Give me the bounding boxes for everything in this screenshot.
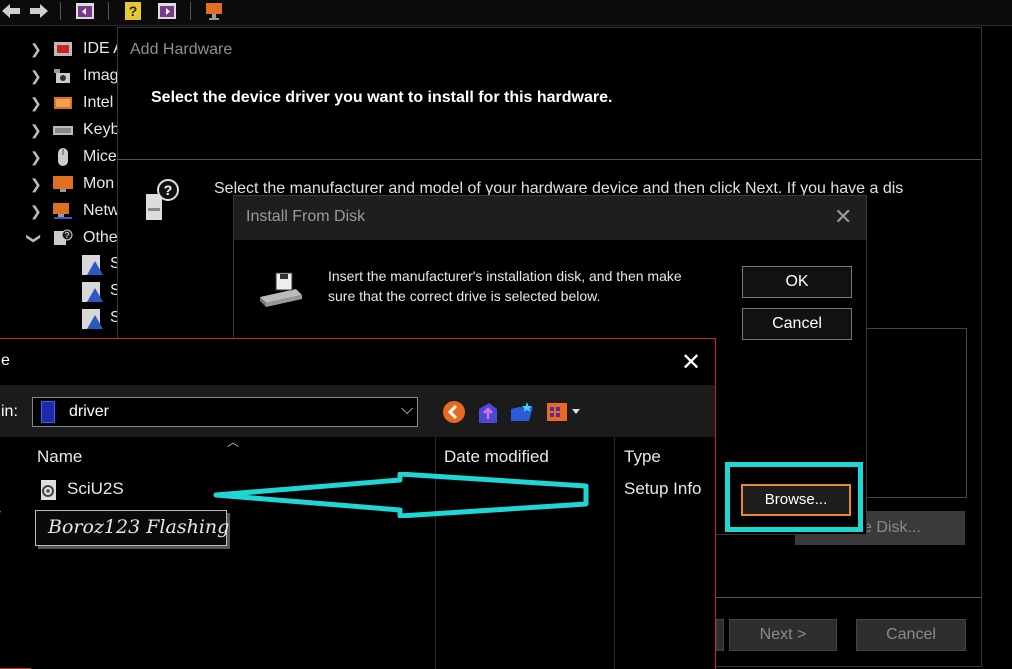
watermark-label: Boroz123 Flashing: [35, 510, 229, 546]
column-header-name[interactable]: Name: [37, 447, 82, 467]
file-type: Setup Info: [624, 479, 702, 498]
chevron-right-icon[interactable]: ❯: [30, 203, 42, 220]
wizard-title: Add Hardware: [130, 41, 233, 58]
column-header-type[interactable]: Type: [624, 447, 661, 467]
close-icon[interactable]: ✕: [834, 204, 852, 230]
tree-item-imaging[interactable]: ❯ Imag: [0, 63, 130, 89]
svg-text:?: ?: [164, 182, 173, 198]
look-in-dropdown[interactable]: driver ⌵: [32, 397, 418, 427]
tree-item-label: Othe: [83, 229, 118, 246]
setup-information-file-icon: [41, 480, 56, 500]
wizard-cancel-button[interactable]: Cancel: [856, 619, 966, 651]
back-arrow-icon[interactable]: [0, 1, 22, 21]
chevron-right-icon[interactable]: ❯: [30, 149, 42, 166]
help-icon[interactable]: ?: [122, 1, 144, 21]
file-name[interactable]: SciU2S: [67, 479, 124, 499]
chevron-right-icon[interactable]: ❯: [30, 68, 42, 85]
look-in-value: driver: [69, 403, 110, 420]
tree-item-label: Keyb: [83, 121, 120, 138]
imaging-device-icon: [54, 69, 70, 83]
tree-item-label: Imag: [83, 67, 119, 84]
annotation-arrow: [213, 472, 589, 518]
chevron-right-icon[interactable]: ❯: [30, 41, 42, 58]
column-divider: [614, 437, 615, 669]
mouse-icon: [58, 148, 68, 166]
ok-button[interactable]: OK: [742, 266, 852, 298]
intel-device-icon: [54, 97, 72, 109]
back-button[interactable]: [716, 619, 724, 651]
tree-item-keyboard[interactable]: ❯ Keyb: [0, 117, 130, 143]
tree-item-other[interactable]: ❯ ? Othe: [0, 225, 130, 251]
disk-drive-icon: [260, 272, 302, 307]
divider: [118, 159, 981, 160]
browse-button[interactable]: Browse...: [741, 484, 851, 516]
toolbar-separator: [60, 2, 61, 20]
chevron-right-icon[interactable]: ❯: [30, 95, 42, 112]
sort-ascending-icon: ︿: [227, 435, 240, 449]
tree-item-label: Mon: [83, 175, 115, 192]
wizard-heading: Select the device driver you want to ins…: [151, 89, 613, 106]
svg-text:?: ?: [129, 3, 138, 19]
dialog-titlebar: e ✕: [0, 339, 715, 385]
toolbar-separator: [108, 2, 109, 20]
keyboard-icon: [53, 126, 73, 135]
monitor-icon: [53, 176, 73, 192]
mmc-toolbar: ?: [0, 0, 1012, 26]
dialog-titlebar: Install From Disk ✕: [234, 196, 866, 240]
unknown-device-warning-icon[interactable]: [82, 255, 104, 277]
new-folder-icon[interactable]: [509, 399, 535, 425]
close-icon[interactable]: ✕: [681, 348, 701, 377]
nav-pane-fragment: s: [0, 501, 1, 519]
hardware-device-icon: ?: [146, 179, 179, 220]
forward-arrow-icon[interactable]: [28, 1, 50, 21]
svg-text:?: ?: [65, 231, 70, 240]
dialog-title: e: [1, 352, 10, 369]
unknown-device-warning-icon[interactable]: [82, 282, 104, 304]
chevron-right-icon[interactable]: ❯: [30, 176, 42, 193]
toolbar-separator: [190, 2, 191, 20]
tree-item-label: Intel: [83, 94, 114, 111]
next-button[interactable]: Next >: [729, 619, 837, 651]
cancel-button[interactable]: Cancel: [742, 308, 852, 340]
dialog-title: Install From Disk: [246, 208, 366, 225]
tree-item-label: Mice: [83, 148, 117, 165]
ide-controller-icon: [54, 42, 72, 56]
up-folder-icon[interactable]: [475, 399, 501, 425]
tree-item-intel[interactable]: ❯ Intel: [0, 90, 130, 116]
tree-item-ide[interactable]: ❯ IDE A: [0, 36, 130, 62]
tree-item-network[interactable]: ❯ Netw: [0, 198, 130, 224]
tree-item-mice[interactable]: ❯ Mice: [0, 144, 130, 170]
show-hide-console-tree-icon[interactable]: [74, 1, 96, 21]
device-tree: ❯ IDE A ❯ Imag ❯ Intel ❯ Keyb ❯ Mice ❯ M…: [0, 30, 130, 350]
insert-disk-message: Insert the manufacturer's installation d…: [328, 268, 682, 304]
chevron-down-icon[interactable]: ⌵: [401, 401, 413, 419]
look-in-label: in:: [1, 403, 18, 420]
tree-item-monitors[interactable]: ❯ Mon: [0, 171, 130, 197]
folder-icon: [41, 401, 55, 423]
column-header-date-modified[interactable]: Date modified: [444, 447, 549, 467]
action-pane-icon[interactable]: [156, 1, 178, 21]
chevron-down-icon[interactable]: ❯: [25, 233, 42, 245]
network-adapter-icon: [53, 203, 72, 219]
scan-hardware-icon[interactable]: [204, 1, 226, 21]
look-in-bar: in: driver ⌵: [0, 385, 715, 437]
back-icon[interactable]: [441, 399, 467, 425]
chevron-right-icon[interactable]: ❯: [30, 122, 42, 139]
other-devices-icon: ?: [54, 229, 73, 245]
tree-item-label: Netw: [83, 202, 120, 219]
view-menu-icon[interactable]: [545, 399, 583, 425]
unknown-device-warning-icon[interactable]: [82, 309, 104, 331]
